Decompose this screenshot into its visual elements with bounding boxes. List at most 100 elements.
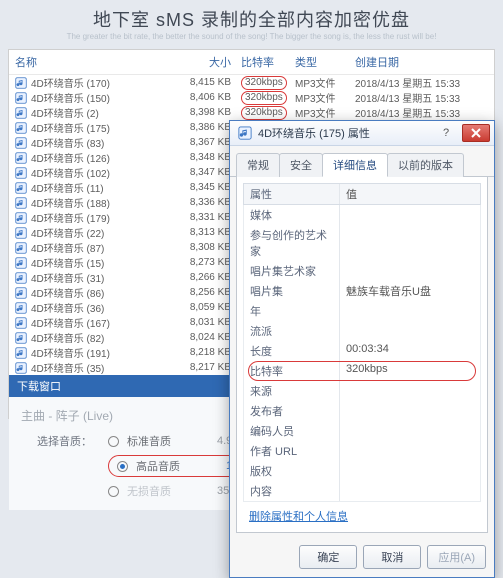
file-row[interactable]: 4D环绕音乐 (150)8,406 KB320kbpsMP3文件2018/4/1… — [9, 90, 494, 105]
property-key: 作者 URL — [244, 441, 340, 461]
property-key: 发布者 — [244, 401, 340, 421]
file-name: 4D环绕音乐 (102) — [31, 165, 175, 180]
property-row[interactable]: 内容 — [243, 481, 481, 502]
file-name: 4D环绕音乐 (36) — [31, 300, 175, 315]
property-row[interactable]: 版权 — [243, 461, 481, 481]
file-date: 2018/4/13 星期五 15:33 — [355, 90, 488, 105]
properties-tab[interactable]: 安全 — [279, 153, 323, 177]
music-file-icon — [238, 126, 252, 140]
property-row[interactable]: 比特率320kbps — [243, 361, 481, 381]
music-file-icon — [15, 287, 27, 299]
close-button[interactable] — [462, 124, 490, 142]
col-size[interactable]: 大小 — [175, 54, 241, 70]
file-name: 4D环绕音乐 (11) — [31, 180, 175, 195]
file-name: 4D环绕音乐 (191) — [31, 345, 175, 360]
music-file-icon — [15, 122, 27, 134]
property-value — [340, 205, 480, 225]
music-file-icon — [15, 137, 27, 149]
property-row[interactable]: 媒体 — [243, 205, 481, 225]
music-file-icon — [15, 197, 27, 209]
property-key: 参与创作的艺术家 — [244, 225, 340, 261]
property-value — [340, 225, 480, 261]
music-file-icon — [15, 182, 27, 194]
property-key: 流派 — [244, 321, 340, 341]
properties-tab[interactable]: 以前的版本 — [387, 153, 464, 177]
property-key: 唱片集艺术家 — [244, 261, 340, 281]
choose-quality-label: 选择音质： — [37, 433, 108, 449]
col-date[interactable]: 创建日期 — [355, 54, 488, 70]
file-name: 4D环绕音乐 (2) — [31, 105, 175, 120]
music-file-icon — [15, 77, 27, 89]
properties-grid-header: 属性 值 — [243, 183, 481, 205]
property-key: 来源 — [244, 381, 340, 401]
property-row[interactable]: 唱片集魅族车载音乐U盘 — [243, 281, 481, 301]
property-row[interactable]: 作者 URL — [243, 441, 481, 461]
col-bitrate[interactable]: 比特率 — [241, 54, 295, 70]
property-row[interactable]: 发布者 — [243, 401, 481, 421]
list-header: 名称 大小 比特率 类型 创建日期 — [9, 50, 494, 75]
properties-tab[interactable]: 详细信息 — [322, 153, 388, 177]
property-value: 00:03:34 — [340, 341, 480, 361]
file-name: 4D环绕音乐 (167) — [31, 315, 175, 330]
properties-body: 属性 值 媒体参与创作的艺术家唱片集艺术家唱片集魅族车载音乐U盘年流派长度00:… — [236, 177, 488, 533]
property-key: 媒体 — [244, 205, 340, 225]
file-type: MP3文件 — [295, 105, 355, 120]
file-name: 4D环绕音乐 (83) — [31, 135, 175, 150]
property-value: 魅族车载音乐U盘 — [340, 281, 480, 301]
music-file-icon — [15, 272, 27, 284]
file-name: 4D环绕音乐 (188) — [31, 195, 175, 210]
file-name: 4D环绕音乐 (31) — [31, 270, 175, 285]
property-value — [340, 421, 480, 441]
music-file-icon — [15, 257, 27, 269]
radio-icon — [117, 461, 128, 472]
cancel-button[interactable]: 取消 — [363, 545, 421, 569]
file-name: 4D环绕音乐 (82) — [31, 330, 175, 345]
file-name: 4D环绕音乐 (35) — [31, 360, 175, 375]
file-row[interactable]: 4D环绕音乐 (2)8,398 KB320kbpsMP3文件2018/4/13 … — [9, 105, 494, 120]
property-row[interactable]: 唱片集艺术家 — [243, 261, 481, 281]
properties-buttonbar: 确定 取消 应用(A) — [230, 539, 494, 577]
remove-properties-link[interactable]: 删除属性和个人信息 — [249, 508, 348, 524]
properties-titlebar[interactable]: 4D环绕音乐 (175) 属性 ? — [230, 121, 494, 146]
property-key: 版权 — [244, 461, 340, 481]
file-name: 4D环绕音乐 (170) — [31, 75, 175, 90]
file-size: 8,415 KB — [175, 77, 241, 88]
file-name: 4D环绕音乐 (179) — [31, 210, 175, 225]
property-value — [340, 461, 480, 481]
music-file-icon — [15, 347, 27, 359]
property-row[interactable]: 编码人员 — [243, 421, 481, 441]
help-button[interactable]: ? — [432, 124, 460, 142]
property-row[interactable]: 流派 — [243, 321, 481, 341]
file-bitrate: 320kbps — [241, 76, 295, 90]
property-value — [340, 321, 480, 341]
file-row[interactable]: 4D环绕音乐 (170)8,415 KB320kbpsMP3文件2018/4/1… — [9, 75, 494, 90]
properties-tabs: 常规安全详细信息以前的版本 — [230, 146, 494, 177]
music-file-icon — [15, 302, 27, 314]
music-file-icon — [15, 332, 27, 344]
music-file-icon — [15, 212, 27, 224]
ok-button[interactable]: 确定 — [299, 545, 357, 569]
file-name: 4D环绕音乐 (15) — [31, 255, 175, 270]
property-key: 唱片集 — [244, 281, 340, 301]
property-value — [340, 441, 480, 461]
music-file-icon — [15, 227, 27, 239]
property-key: 内容 — [244, 481, 340, 501]
file-type: MP3文件 — [295, 75, 355, 90]
file-name: 4D环绕音乐 (86) — [31, 285, 175, 300]
file-date: 2018/4/13 星期五 15:33 — [355, 105, 488, 120]
apply-button[interactable]: 应用(A) — [427, 545, 486, 569]
quality-name: 标准音质 — [127, 433, 217, 449]
file-size: 8,406 KB — [175, 92, 241, 103]
music-file-icon — [15, 242, 27, 254]
grid-header-key: 属性 — [244, 184, 340, 204]
property-row[interactable]: 参与创作的艺术家 — [243, 225, 481, 261]
col-name[interactable]: 名称 — [15, 54, 175, 70]
property-row[interactable]: 来源 — [243, 381, 481, 401]
properties-dialog: 4D环绕音乐 (175) 属性 ? 常规安全详细信息以前的版本 属性 值 媒体参… — [229, 120, 495, 578]
file-name: 4D环绕音乐 (22) — [31, 225, 175, 240]
col-type[interactable]: 类型 — [295, 54, 355, 70]
property-row[interactable]: 年 — [243, 301, 481, 321]
music-file-icon — [15, 107, 27, 119]
properties-tab[interactable]: 常规 — [236, 153, 280, 177]
property-row[interactable]: 长度00:03:34 — [243, 341, 481, 361]
